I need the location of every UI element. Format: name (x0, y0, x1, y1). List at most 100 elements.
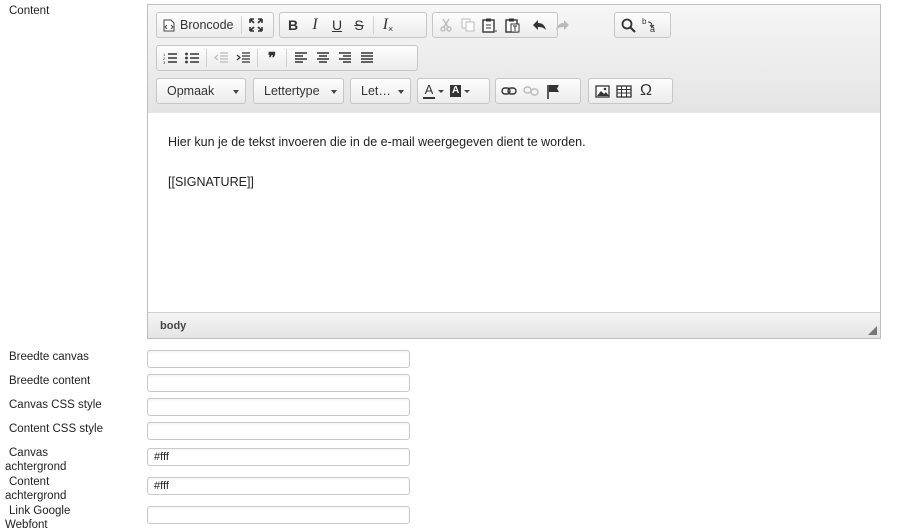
font-select-label: Lettertype (264, 84, 320, 98)
separator (286, 49, 287, 67)
align-center-button[interactable] (312, 47, 334, 69)
breedte-canvas-input[interactable] (147, 350, 410, 368)
text-color-bar (423, 96, 435, 99)
content-achtergrond-input[interactable]: #fff (147, 477, 410, 495)
font-select[interactable]: Lettertype (253, 78, 344, 104)
resize-handle-icon[interactable] (868, 326, 877, 335)
canvas-achtergrond-input[interactable]: #fff (147, 448, 410, 466)
special-character-button[interactable]: Ω (635, 80, 657, 102)
text-color-button[interactable]: A (420, 80, 447, 102)
align-right-button[interactable] (334, 47, 356, 69)
find-button[interactable] (617, 14, 639, 36)
link-google-webfont-input[interactable] (147, 506, 410, 524)
italic-button[interactable]: I (304, 14, 326, 36)
svg-text:b: b (642, 17, 647, 26)
replace-button[interactable]: ba (639, 14, 662, 36)
unlink-icon (523, 86, 539, 96)
paste-from-word-button[interactable] (501, 14, 523, 36)
format-select-label: Opmaak (167, 84, 215, 98)
unlink-button[interactable] (520, 80, 542, 102)
maximize-button[interactable] (245, 14, 267, 36)
strikethrough-button[interactable]: S (348, 14, 370, 36)
align-justify-icon (361, 52, 373, 63)
image-icon (594, 84, 610, 98)
breedte-canvas-label: Breedte canvas (9, 351, 89, 363)
redo-icon (556, 20, 569, 30)
bulleted-list-button[interactable] (181, 47, 203, 69)
editor-signature-placeholder: [[SIGNATURE]] (168, 175, 254, 189)
paste-word-icon (504, 18, 519, 33)
numbered-list-icon: 123 (163, 52, 177, 64)
outdent-button[interactable] (210, 47, 232, 69)
svg-text:3: 3 (163, 60, 166, 64)
editor-statusbar: body (148, 312, 880, 338)
cut-button[interactable] (435, 14, 457, 36)
size-select[interactable]: Let… (350, 78, 411, 104)
paste-button[interactable] (479, 14, 501, 36)
separator (240, 16, 242, 34)
canvas-css-label: Canvas CSS style (9, 399, 102, 411)
content-achtergrond-label-line2: achtergrond (5, 490, 67, 502)
source-icon (163, 19, 175, 31)
text-color-letter: A (424, 81, 434, 97)
search-icon (621, 18, 636, 33)
content-label: Content (9, 5, 50, 17)
rich-text-editor: Broncode B I U S I × b a 1 2 3 ❞ Opmaak … (147, 4, 881, 339)
size-select-label: Let… (361, 84, 391, 98)
insert-group: Ω (588, 78, 673, 104)
content-css-label: Content CSS style (9, 423, 103, 435)
paragraph-group: 123 ❞ (156, 45, 418, 71)
chevron-down-icon (398, 90, 404, 94)
separator (206, 49, 207, 67)
blockquote-button[interactable]: ❞ (261, 47, 283, 69)
table-icon (616, 84, 632, 98)
indent-button[interactable] (232, 47, 254, 69)
breedte-content-input[interactable] (147, 374, 410, 392)
justify-button[interactable] (356, 47, 378, 69)
remove-format-button[interactable]: I × (377, 14, 399, 36)
image-button[interactable] (591, 80, 613, 102)
canvas-css-input[interactable] (147, 398, 410, 416)
source-button[interactable]: Broncode (159, 14, 238, 36)
indent-icon (236, 52, 250, 63)
align-right-icon (339, 52, 351, 63)
chevron-down-icon (464, 89, 471, 93)
content-css-input[interactable] (147, 422, 410, 440)
background-color-button[interactable]: A (447, 80, 473, 102)
content-achtergrond-label-line1: Content (9, 476, 50, 488)
anchor-button[interactable] (542, 80, 564, 102)
link-icon (501, 87, 517, 95)
chevron-down-icon (331, 90, 337, 94)
text-color-icon: A (423, 81, 435, 99)
source-group: Broncode (156, 12, 274, 38)
link-google-label-line1: Link Google (9, 505, 71, 517)
clipboard-group (432, 12, 569, 38)
redo-button[interactable] (551, 14, 573, 36)
undo-button[interactable] (529, 14, 551, 36)
editor-content-area[interactable]: Hier kun je de tekst invoeren die in de … (148, 113, 880, 313)
align-center-icon (317, 52, 329, 63)
separator (373, 16, 374, 34)
chevron-down-icon (438, 89, 444, 93)
source-label: Broncode (180, 18, 234, 32)
link-google-label-line2: Webfont (5, 519, 48, 531)
copy-button[interactable] (457, 14, 479, 36)
canvas-achtergrond-label: Canvas achtergrond (5, 446, 66, 474)
numbered-list-button[interactable]: 123 (159, 47, 181, 69)
align-left-button[interactable] (290, 47, 312, 69)
table-button[interactable] (613, 80, 635, 102)
links-group (495, 78, 581, 104)
content-achtergrond-label: Content achtergrond (5, 475, 66, 503)
format-select[interactable]: Opmaak (156, 78, 246, 104)
element-path[interactable]: body (160, 320, 186, 332)
bold-button[interactable]: B (282, 14, 304, 36)
copy-icon (461, 18, 475, 32)
breedte-content-label: Breedte content (9, 375, 91, 387)
underline-button[interactable]: U (326, 14, 348, 36)
basic-styles-group: B I U S I × (279, 12, 427, 38)
colors-group: A A (417, 78, 490, 104)
find-group: ba (614, 12, 671, 38)
link-button[interactable] (498, 80, 520, 102)
replace-icon: ba (642, 17, 655, 33)
chevron-down-icon (233, 90, 239, 94)
